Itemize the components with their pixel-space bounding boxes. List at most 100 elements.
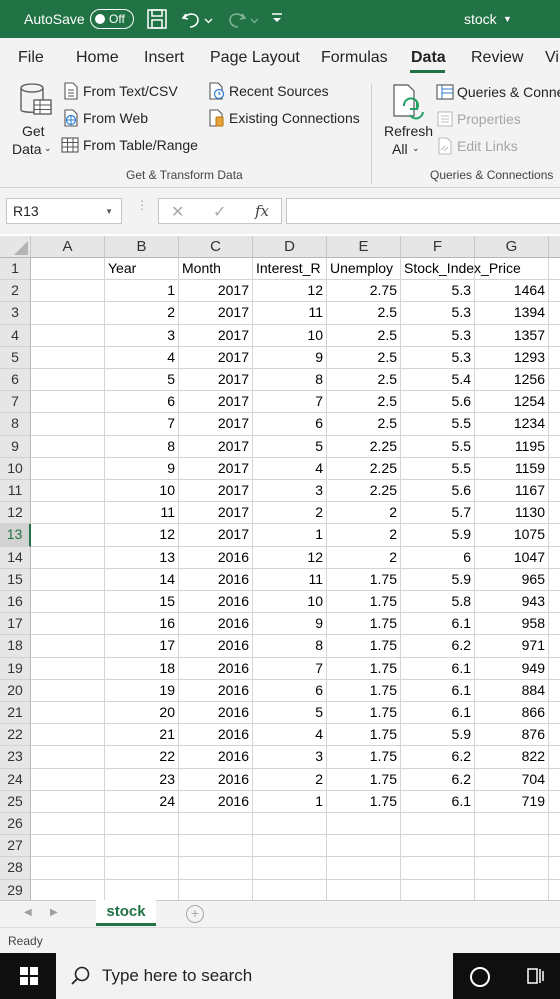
row-header-27[interactable]: 27: [0, 835, 31, 858]
insert-function-button[interactable]: fx: [255, 202, 269, 220]
cell-c16[interactable]: 2016: [179, 591, 253, 614]
cell-g8[interactable]: 1234: [475, 413, 549, 436]
cell-c1[interactable]: Month: [179, 258, 253, 281]
add-sheet-icon[interactable]: +: [186, 905, 204, 923]
cell-g1[interactable]: [475, 258, 549, 281]
cell-d19[interactable]: 7: [253, 657, 327, 680]
column-header-f[interactable]: F: [401, 236, 475, 258]
save-icon[interactable]: [146, 8, 168, 33]
cell-d12[interactable]: 2: [253, 502, 327, 525]
row-header-8[interactable]: 8: [0, 413, 31, 436]
cell-c7[interactable]: 2017: [179, 391, 253, 414]
row-header-13[interactable]: 13: [0, 524, 31, 547]
cell-h25[interactable]: [549, 791, 560, 813]
cell-a7[interactable]: [31, 391, 105, 414]
cell-b28[interactable]: [105, 857, 179, 880]
column-header-d[interactable]: D: [253, 236, 327, 258]
cell-c18[interactable]: 2016: [179, 635, 253, 658]
cell-c19[interactable]: 2016: [179, 657, 253, 680]
cell-d17[interactable]: 9: [253, 613, 327, 636]
cell-g9[interactable]: 1195: [475, 435, 549, 458]
cell-b16[interactable]: 15: [105, 591, 179, 614]
row-header-21[interactable]: 21: [0, 702, 31, 725]
properties-button[interactable]: Properties: [457, 111, 521, 127]
cell-b9[interactable]: 8: [105, 435, 179, 458]
cell-c23[interactable]: 2016: [179, 746, 253, 769]
cell-b8[interactable]: 7: [105, 413, 179, 436]
cell-h3[interactable]: [549, 302, 560, 325]
cell-e28[interactable]: [327, 857, 401, 880]
cell-f22[interactable]: 5.9: [401, 724, 475, 747]
cell-h16[interactable]: [549, 591, 560, 614]
from-text-csv-button[interactable]: From Text/CSV: [83, 83, 178, 99]
cell-d18[interactable]: 8: [253, 635, 327, 658]
row-header-29[interactable]: 29: [0, 879, 31, 900]
cell-f8[interactable]: 5.5: [401, 413, 475, 436]
cell-e16[interactable]: 1.75: [327, 591, 401, 614]
row-header-9[interactable]: 9: [0, 435, 31, 458]
cell-h18[interactable]: [549, 635, 560, 658]
column-header-partial[interactable]: [549, 236, 560, 258]
cell-e9[interactable]: 2.25: [327, 435, 401, 458]
row-header-20[interactable]: 20: [0, 679, 31, 702]
cell-g25[interactable]: 719: [475, 790, 549, 813]
cell-d20[interactable]: 6: [253, 679, 327, 702]
cell-b29[interactable]: [105, 879, 179, 900]
cell-a4[interactable]: [31, 324, 105, 347]
undo-dropdown-icon[interactable]: [204, 12, 213, 28]
cell-f12[interactable]: 5.7: [401, 502, 475, 525]
cell-c14[interactable]: 2016: [179, 546, 253, 569]
cell-e2[interactable]: 2.75: [327, 280, 401, 303]
cell-a16[interactable]: [31, 591, 105, 614]
cell-d3[interactable]: 11: [253, 302, 327, 325]
cell-f20[interactable]: 6.1: [401, 679, 475, 702]
cell-d4[interactable]: 10: [253, 324, 327, 347]
row-header-6[interactable]: 6: [0, 369, 31, 392]
recent-sources-button[interactable]: Recent Sources: [229, 83, 329, 99]
row-header-28[interactable]: 28: [0, 857, 31, 880]
cell-e11[interactable]: 2.25: [327, 480, 401, 503]
row-header-3[interactable]: 3: [0, 302, 31, 325]
cell-e27[interactable]: [327, 835, 401, 858]
cell-h6[interactable]: [549, 369, 560, 392]
cell-f9[interactable]: 5.5: [401, 435, 475, 458]
cell-e23[interactable]: 1.75: [327, 746, 401, 769]
scroll-sheets-right-icon[interactable]: ▶: [50, 907, 58, 918]
worksheet-grid[interactable]: A B C D E F G 1 Year Month Interest_R Unemploy Stock…: [0, 236, 560, 900]
cell-e24[interactable]: 1.75: [327, 768, 401, 791]
cell-b25[interactable]: 24: [105, 790, 179, 813]
cell-e6[interactable]: 2.5: [327, 369, 401, 392]
cell-h8[interactable]: [549, 413, 560, 436]
cell-e14[interactable]: 2: [327, 546, 401, 569]
cell-d14[interactable]: 12: [253, 546, 327, 569]
cell-c2[interactable]: 2017: [179, 280, 253, 303]
column-header-a[interactable]: A: [31, 236, 105, 258]
cell-h10[interactable]: [549, 458, 560, 480]
cell-b10[interactable]: 9: [105, 457, 179, 480]
row-header-26[interactable]: 26: [0, 813, 31, 836]
cell-d21[interactable]: 5: [253, 702, 327, 725]
cell-c6[interactable]: 2017: [179, 369, 253, 392]
cell-a9[interactable]: [31, 435, 105, 458]
cell-g6[interactable]: 1256: [475, 369, 549, 392]
cell-b20[interactable]: 19: [105, 679, 179, 702]
get-data-icon[interactable]: [18, 82, 54, 125]
cell-d8[interactable]: 6: [253, 413, 327, 436]
cell-c9[interactable]: 2017: [179, 435, 253, 458]
cell-e21[interactable]: 1.75: [327, 702, 401, 725]
cell-a10[interactable]: [31, 457, 105, 480]
row-header-17[interactable]: 17: [0, 613, 31, 636]
cell-f26[interactable]: [401, 813, 475, 836]
cell-a27[interactable]: [31, 835, 105, 858]
cell-d11[interactable]: 3: [253, 480, 327, 503]
formula-input[interactable]: [286, 198, 560, 224]
cell-g3[interactable]: 1394: [475, 302, 549, 325]
column-header-e[interactable]: E: [327, 236, 401, 258]
redo-icon[interactable]: [226, 8, 248, 33]
cell-g5[interactable]: 1293: [475, 346, 549, 369]
cell-c12[interactable]: 2017: [179, 502, 253, 525]
get-data-label-2[interactable]: Data: [12, 141, 42, 157]
cell-f19[interactable]: 6.1: [401, 657, 475, 680]
name-box[interactable]: R13 ▼: [6, 198, 122, 224]
tab-review[interactable]: Review: [471, 49, 523, 67]
